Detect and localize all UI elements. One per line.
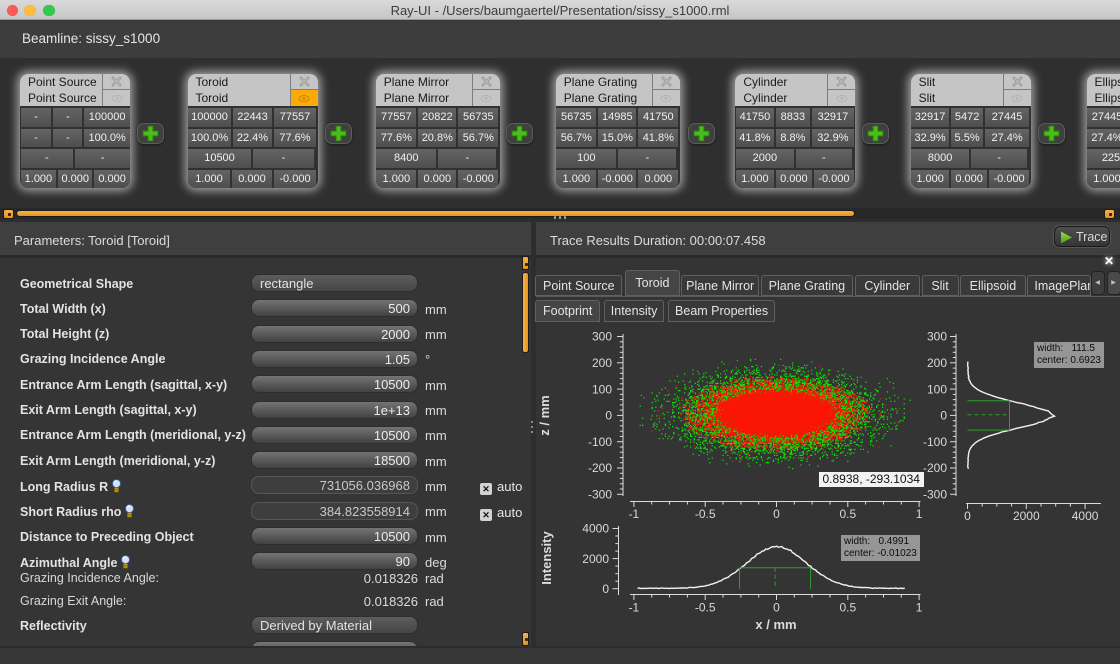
svg-text:-100: -100 — [588, 435, 612, 449]
svg-text:0: 0 — [940, 409, 947, 423]
svg-text:100: 100 — [592, 382, 612, 396]
svg-text:x / mm: x / mm — [755, 617, 796, 632]
svg-text:2000: 2000 — [1013, 509, 1040, 523]
svg-text:-100: -100 — [923, 435, 947, 449]
svg-text:-1: -1 — [629, 507, 640, 521]
svg-text:0: 0 — [773, 601, 780, 615]
svg-text:0: 0 — [605, 409, 612, 423]
svg-text:200: 200 — [592, 356, 612, 370]
svg-text:4000: 4000 — [1072, 509, 1099, 523]
svg-text:2000: 2000 — [582, 552, 609, 566]
svg-text:4000: 4000 — [582, 522, 609, 536]
svg-text:0: 0 — [964, 509, 971, 523]
svg-text:1: 1 — [916, 507, 923, 521]
svg-text:Intensity: Intensity — [539, 531, 554, 585]
svg-text:0.5: 0.5 — [839, 601, 856, 615]
svg-text:-1: -1 — [629, 601, 640, 615]
svg-text:0: 0 — [602, 582, 609, 596]
svg-text:0.5: 0.5 — [839, 507, 856, 521]
svg-text:-300: -300 — [923, 488, 947, 502]
svg-text:0: 0 — [773, 507, 780, 521]
svg-text:-300: -300 — [588, 488, 612, 502]
svg-text:300: 300 — [592, 330, 612, 344]
svg-text:300: 300 — [927, 330, 947, 344]
svg-text:-0.5: -0.5 — [695, 601, 716, 615]
svg-text:-0.5: -0.5 — [695, 507, 716, 521]
svg-text:-200: -200 — [923, 461, 947, 475]
svg-text:1: 1 — [916, 601, 923, 615]
svg-text:200: 200 — [927, 356, 947, 370]
svg-text:-200: -200 — [588, 461, 612, 475]
svg-text:100: 100 — [927, 382, 947, 396]
svg-text:z / mm: z / mm — [537, 395, 552, 435]
